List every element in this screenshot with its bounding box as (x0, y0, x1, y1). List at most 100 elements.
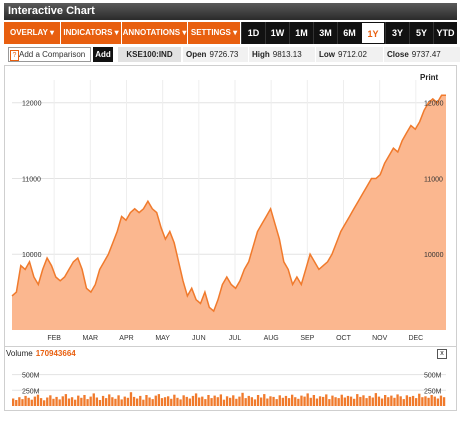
volume-bar (216, 397, 219, 406)
volume-bar (188, 398, 192, 406)
volume-bar (163, 397, 167, 406)
volume-bar (170, 398, 173, 406)
volume-bar (306, 393, 309, 406)
volume-bar (15, 400, 18, 406)
volume-bar (322, 396, 325, 406)
volume-bar (318, 396, 322, 406)
volume-bar (256, 395, 260, 406)
volume-bar (396, 394, 399, 406)
volume-bar (160, 398, 164, 406)
volume-bar (77, 395, 80, 406)
volume-bar (424, 396, 427, 406)
volume-bar (387, 397, 390, 406)
volume-bar (408, 396, 412, 406)
volume-bar (303, 396, 306, 406)
volume-bar (142, 399, 145, 406)
volume-bar (157, 394, 161, 406)
volume-bar (194, 393, 198, 406)
volume-bar (371, 397, 374, 406)
volume-bar (380, 398, 384, 406)
volume-bar (154, 395, 157, 406)
volume-bar (39, 398, 43, 406)
volume-bar (439, 395, 443, 406)
volume-bar (393, 397, 396, 406)
volume-y-tick-label-left: 500M (22, 373, 40, 380)
volume-bar (86, 399, 89, 406)
volume-bar (70, 397, 74, 406)
volume-bar (67, 398, 71, 406)
volume-bar (309, 397, 312, 406)
volume-bar (74, 399, 77, 406)
volume-bar (105, 398, 108, 406)
volume-bar (173, 394, 176, 406)
volume-bar (126, 397, 130, 406)
volume-bar (132, 396, 136, 406)
volume-bar (346, 395, 350, 406)
volume-bar (337, 398, 340, 406)
volume-bar (27, 397, 30, 406)
volume-bar (83, 395, 86, 406)
volume-bar (12, 398, 15, 406)
volume-bar (30, 399, 33, 406)
volume-bar (430, 395, 433, 406)
volume-bar (269, 396, 272, 406)
volume-bar (294, 397, 297, 406)
volume-bar (111, 397, 114, 406)
volume-bar (129, 392, 133, 406)
volume-bar (185, 396, 188, 406)
volume-bar (95, 397, 99, 406)
volume-bar (278, 395, 281, 406)
volume-bar (229, 397, 232, 406)
volume-bar (405, 395, 409, 406)
volume-bar (219, 394, 223, 406)
volume-bar (61, 396, 64, 406)
volume-bar (43, 400, 46, 406)
volume-bar (222, 399, 226, 406)
volume-bar (281, 397, 285, 406)
volume-bar (312, 395, 316, 406)
volume-bar (225, 396, 229, 406)
volume-bar (377, 396, 381, 406)
volume-bar (117, 395, 120, 406)
volume-bar (108, 394, 111, 406)
volume-bar (241, 392, 244, 406)
volume-bar (266, 398, 269, 406)
volume-bar (247, 395, 250, 406)
volume-bar (411, 395, 415, 406)
volume-bar (275, 399, 278, 406)
volume-bar (356, 394, 359, 406)
volume-bar (362, 395, 365, 406)
volume-bar (284, 395, 288, 406)
volume-bar (297, 398, 300, 406)
volume-bar (359, 396, 362, 406)
volume-y-tick-label-right: 500M (424, 373, 442, 380)
volume-bar (210, 398, 213, 406)
volume-bar (33, 396, 37, 406)
volume-bar (315, 398, 319, 406)
volume-bar (250, 397, 254, 406)
volume-bar (291, 394, 294, 406)
volume-bar (89, 396, 92, 406)
volume-bar (36, 394, 40, 406)
volume-bar (331, 395, 334, 406)
volume-bar (349, 396, 353, 406)
volume-bar (436, 398, 440, 406)
volume-bar (418, 393, 421, 406)
volume-y-tick-label-left: 250M (22, 388, 40, 395)
volume-bar (148, 397, 151, 406)
volume-chart: 250M 250M 500M 500M (12, 373, 446, 406)
volume-bar (145, 395, 148, 406)
volume-bar (207, 395, 210, 406)
volume-bar (365, 398, 368, 406)
volume-bar (198, 397, 201, 406)
volume-bar (253, 399, 257, 406)
volume-bar (24, 395, 27, 406)
volume-y-tick-label-right: 250M (424, 388, 442, 395)
volume-bar (191, 395, 195, 406)
volume-bar (340, 394, 343, 406)
volume-bar (384, 395, 387, 406)
volume-bar (235, 398, 238, 406)
volume-bar (232, 395, 235, 406)
volume-bar (136, 398, 139, 406)
volume-bar (334, 397, 337, 406)
